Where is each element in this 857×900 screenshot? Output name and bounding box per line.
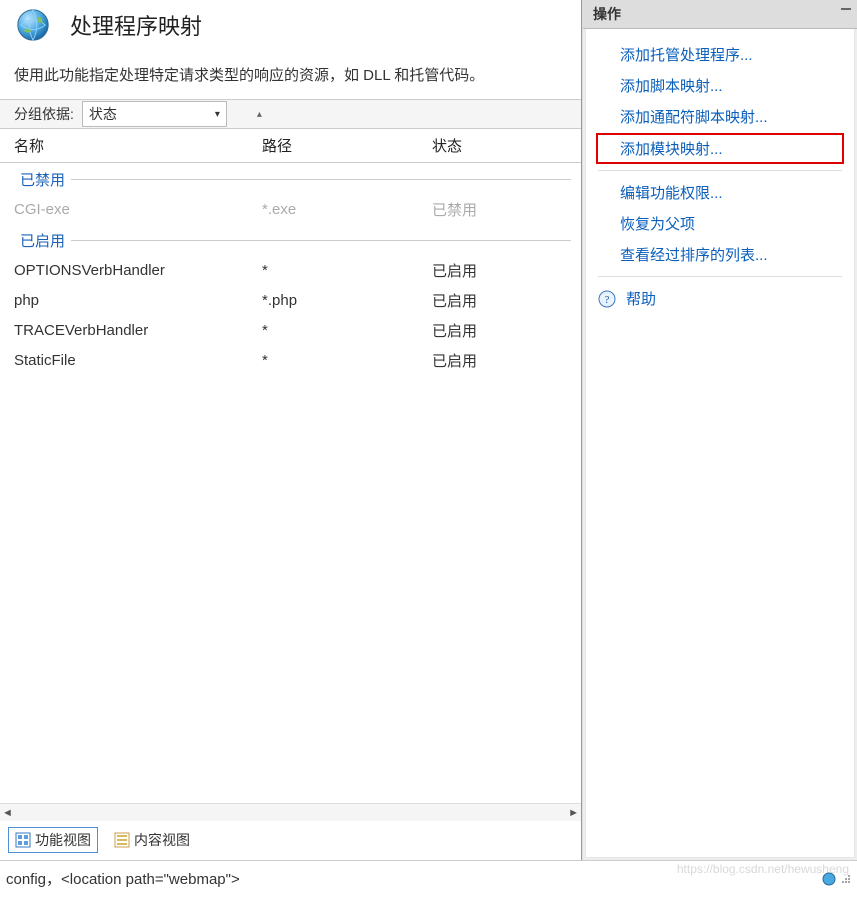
action-add-script-map[interactable]: 添加脚本映射...	[586, 70, 854, 101]
help-label: 帮助	[626, 288, 656, 309]
action-add-module-mapping[interactable]: 添加模块映射...	[596, 133, 844, 164]
group-line	[71, 240, 571, 241]
table-row[interactable]: CGI-exe*.exe已禁用	[0, 194, 581, 224]
scroll-left-icon[interactable]: ◄	[2, 807, 13, 819]
cell-path: *.exe	[262, 201, 432, 218]
col-header-name[interactable]: 名称	[0, 135, 262, 156]
handler-list[interactable]: 已禁用CGI-exe*.exe已禁用已启用OPTIONSVerbHandler*…	[0, 163, 581, 803]
chevron-down-icon: ▾	[215, 109, 220, 120]
action-add-managed-handler[interactable]: 添加托管处理程序...	[586, 39, 854, 70]
cell-state: 已启用	[432, 350, 552, 371]
action-revert-to-parent[interactable]: 恢复为父项	[586, 208, 854, 239]
column-headers: 名称 路径 状态	[0, 129, 581, 163]
page-description: 使用此功能指定处理特定请求类型的响应的资源，如 DLL 和托管代码。	[0, 46, 581, 99]
cell-name: StaticFile	[0, 352, 262, 369]
cell-path: *	[262, 262, 432, 279]
table-row[interactable]: StaticFile*已启用	[0, 345, 581, 375]
help-icon: ?	[598, 290, 616, 308]
cell-state: 已启用	[432, 260, 552, 281]
sort-indicator-icon: ▴	[229, 109, 581, 120]
handler-mappings-icon	[14, 6, 52, 44]
scroll-right-icon[interactable]: ►	[568, 807, 579, 819]
cell-name: php	[0, 292, 262, 309]
page-title: 处理程序映射	[70, 9, 202, 41]
cell-path: *.php	[262, 292, 432, 309]
cell-name: CGI-exe	[0, 201, 262, 218]
tab-features-label: 功能视图	[35, 830, 91, 850]
action-edit-feature-permissions[interactable]: 编辑功能权限...	[586, 177, 854, 208]
cell-name: OPTIONSVerbHandler	[0, 262, 262, 279]
tab-content-label: 内容视图	[134, 830, 190, 850]
cell-path: *	[262, 322, 432, 339]
action-help[interactable]: ? 帮助	[586, 283, 854, 314]
cell-path: *	[262, 352, 432, 369]
col-header-path[interactable]: 路径	[262, 135, 432, 156]
table-row[interactable]: TRACEVerbHandler*已启用	[0, 315, 581, 345]
table-row[interactable]: php*.php已启用	[0, 285, 581, 315]
group-line	[71, 179, 571, 180]
actions-header: 操作	[583, 0, 857, 29]
group-by-value: 状态	[89, 104, 117, 124]
group-by-select[interactable]: 状态 ▾	[82, 101, 227, 127]
cell-state: 已启用	[432, 290, 552, 311]
group-header[interactable]: 已启用	[0, 224, 581, 255]
table-row[interactable]: OPTIONSVerbHandler*已启用	[0, 255, 581, 285]
action-view-ordered-list[interactable]: 查看经过排序的列表...	[586, 239, 854, 270]
action-add-wildcard-script-map[interactable]: 添加通配符脚本映射...	[586, 101, 854, 132]
col-header-state[interactable]: 状态	[432, 135, 552, 156]
cell-name: TRACEVerbHandler	[0, 322, 262, 339]
actions-panel: 操作 添加托管处理程序... 添加脚本映射... 添加通配符脚本映射... 添加…	[582, 0, 857, 860]
status-text: config，<location path="webmap">	[6, 868, 240, 889]
cell-state: 已启用	[432, 320, 552, 341]
cell-state: 已禁用	[432, 199, 552, 220]
tab-features-view[interactable]: 功能视图	[8, 827, 98, 853]
group-label: 已禁用	[20, 169, 65, 190]
horizontal-scrollbar[interactable]: ◄ ►	[0, 803, 581, 821]
separator	[598, 276, 842, 277]
group-by-bar: 分组依据: 状态 ▾ ▴	[0, 99, 581, 129]
group-label: 已启用	[20, 230, 65, 251]
svg-text:?: ?	[605, 294, 610, 306]
content-view-icon	[114, 832, 130, 848]
view-tabs: 功能视图 内容视图	[0, 821, 581, 860]
main-panel: 处理程序映射 使用此功能指定处理特定请求类型的响应的资源，如 DLL 和托管代码…	[0, 0, 582, 860]
group-by-label: 分组依据:	[0, 104, 82, 124]
features-view-icon	[15, 832, 31, 848]
separator	[598, 170, 842, 171]
watermark: https://blog.csdn.net/hewusheng	[677, 862, 849, 876]
group-header[interactable]: 已禁用	[0, 163, 581, 194]
tab-content-view[interactable]: 内容视图	[108, 827, 196, 853]
